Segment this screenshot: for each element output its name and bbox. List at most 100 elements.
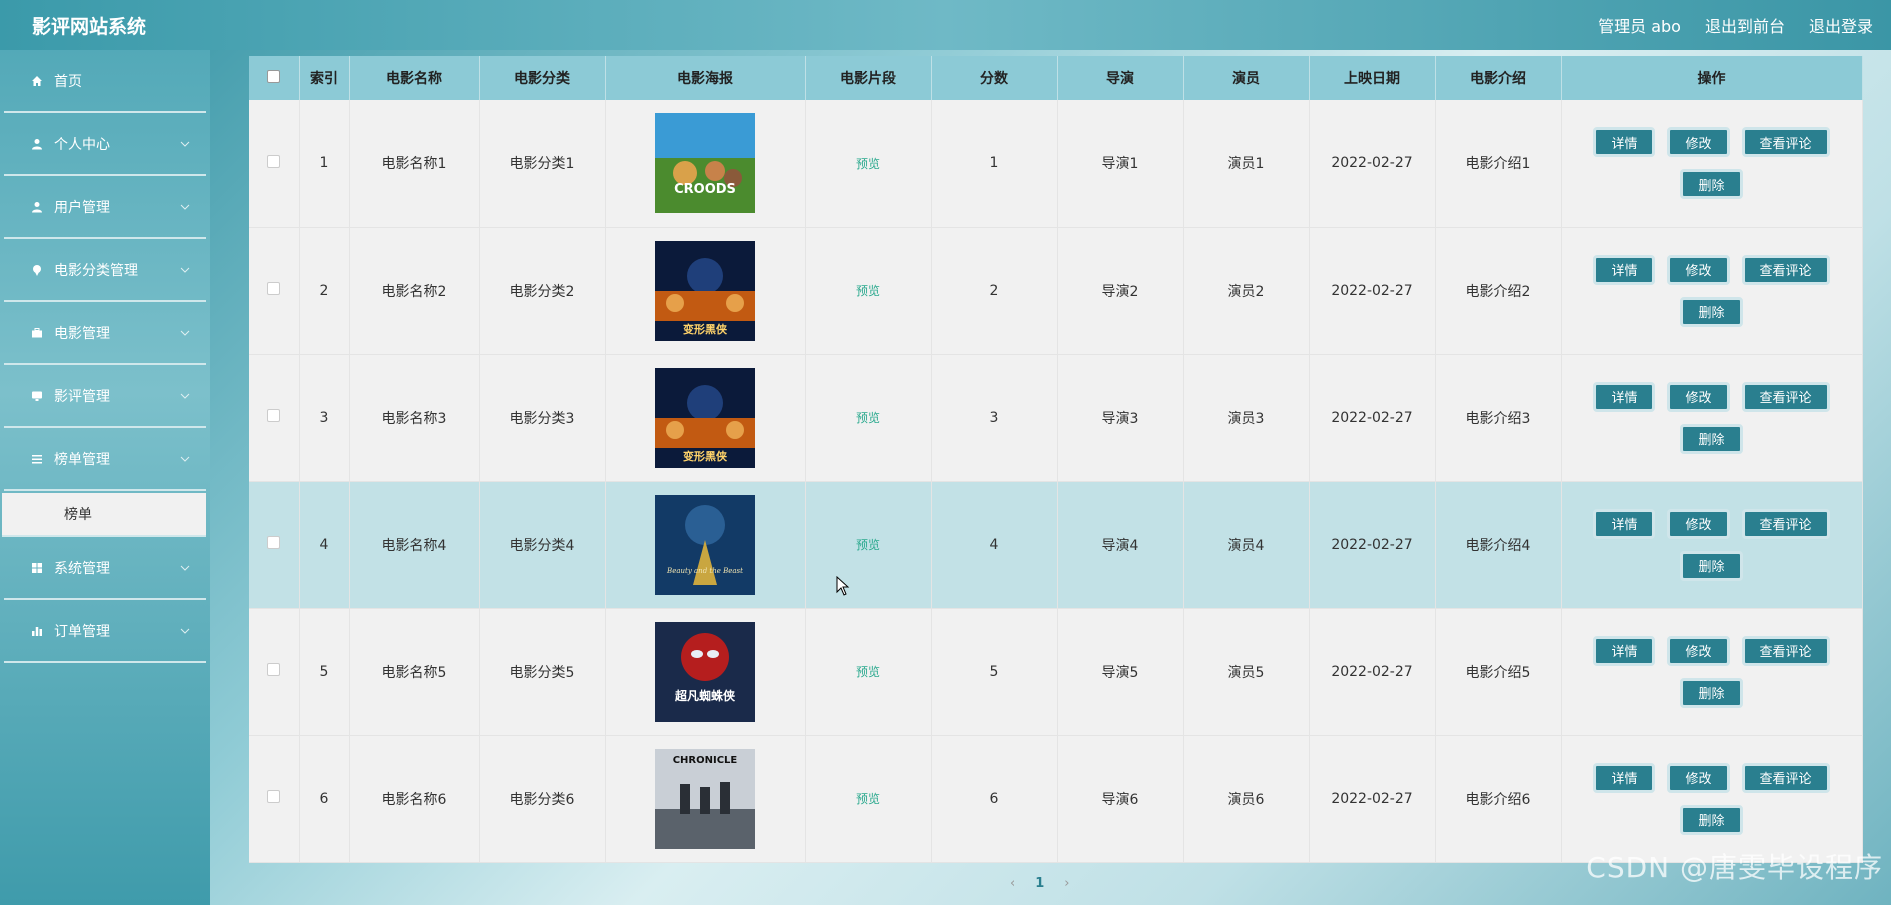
view-comments-button[interactable]: 查看评论 [1741, 762, 1830, 793]
row-checkbox[interactable] [267, 409, 281, 422]
view-comments-button[interactable]: 查看评论 [1741, 635, 1830, 666]
edit-button[interactable]: 修改 [1667, 762, 1730, 793]
exit-to-frontend-link[interactable]: 退出到前台 [1705, 13, 1785, 37]
row-checkbox[interactable] [267, 154, 281, 168]
col-header-clip: 电影片段 [805, 56, 932, 100]
detail-button[interactable]: 详情 [1593, 508, 1656, 539]
clip-preview-link[interactable]: 预览 [856, 157, 880, 171]
row-checkbox[interactable] [267, 790, 281, 803]
admin-user-label[interactable]: 管理员 abo [1598, 13, 1681, 37]
sidebar-item-review-management[interactable]: 影评管理 [4, 365, 206, 428]
prev-page-button[interactable]: ‹ [1010, 876, 1015, 891]
bar-chart-icon [30, 624, 44, 638]
row-actions: 详情 修改 查看评论 删除 [1587, 254, 1837, 327]
detail-button[interactable]: 详情 [1593, 635, 1656, 666]
edit-button[interactable]: 修改 [1667, 127, 1730, 158]
movie-poster-image: 变形黑侠 [655, 240, 755, 341]
edit-button[interactable]: 修改 [1667, 381, 1730, 412]
detail-button[interactable]: 详情 [1593, 762, 1656, 793]
sidebar-item-label: 系统管理 [54, 560, 110, 577]
cell-actor: 演员1 [1183, 100, 1310, 228]
delete-button[interactable]: 删除 [1680, 296, 1743, 327]
cell-director: 导演2 [1057, 227, 1184, 355]
col-header-director: 导演 [1057, 56, 1184, 100]
delete-button[interactable]: 删除 [1680, 423, 1743, 454]
user-icon [30, 200, 44, 214]
poster-title: 超凡蜘蛛侠 [674, 688, 736, 703]
detail-button[interactable]: 详情 [1593, 127, 1656, 158]
movie-poster-image: 变形黑侠 [655, 367, 755, 468]
edit-button[interactable]: 修改 [1667, 635, 1730, 666]
table-header-row: 索引 电影名称 电影分类 电影海报 电影片段 分数 导演 演员 上映日期 电影介… [249, 56, 1863, 100]
clip-preview-link[interactable]: 预览 [856, 665, 880, 679]
cell-score: 5 [931, 608, 1058, 736]
table-row: 1 电影名称1 电影分类1 CROODS 预览 1 导演1 演员1 2022-0… [249, 100, 1863, 228]
chevron-down-icon [180, 330, 190, 336]
view-comments-button[interactable]: 查看评论 [1741, 381, 1830, 412]
top-bar: 影评网站系统 管理员 abo 退出到前台 退出登录 [0, 0, 1891, 50]
grid-icon [30, 561, 44, 575]
user-icon [30, 137, 44, 151]
logout-link[interactable]: 退出登录 [1809, 13, 1873, 37]
cell-name: 电影名称5 [349, 608, 480, 736]
view-comments-button[interactable]: 查看评论 [1741, 254, 1830, 285]
row-checkbox[interactable] [267, 282, 281, 295]
cell-score: 6 [931, 735, 1058, 863]
cell-director: 导演3 [1057, 354, 1184, 482]
sidebar-item-category-management[interactable]: 电影分类管理 [4, 239, 206, 302]
sidebar-item-home[interactable]: 首页 [4, 50, 206, 113]
table-row: 6 电影名称6 电影分类6 CHRONICLE 预览 6 导演6 演员6 202… [249, 735, 1863, 863]
detail-button[interactable]: 详情 [1593, 254, 1656, 285]
cell-name: 电影名称6 [349, 735, 480, 863]
clip-preview-link[interactable]: 预览 [856, 792, 880, 806]
col-header-release-date: 上映日期 [1309, 56, 1436, 100]
clip-preview-link[interactable]: 预览 [856, 411, 880, 425]
sidebar: 首页 个人中心 用户管理 电影分类管理 电影管理 影评管理 榜单管理 榜单 系统… [0, 50, 210, 905]
view-comments-button[interactable]: 查看评论 [1741, 508, 1830, 539]
col-header-actor: 演员 [1183, 56, 1310, 100]
sidebar-item-system-management[interactable]: 系统管理 [4, 537, 206, 600]
clip-preview-link[interactable]: 预览 [856, 538, 880, 552]
sidebar-subitem-ranking[interactable]: 榜单 [2, 493, 206, 537]
delete-button[interactable]: 删除 [1680, 550, 1743, 581]
sidebar-item-movie-management[interactable]: 电影管理 [4, 302, 206, 365]
cell-index: 1 [299, 100, 350, 228]
top-nav: 管理员 abo 退出到前台 退出登录 [1598, 13, 1873, 37]
mouse-cursor-icon [836, 576, 850, 596]
poster-title: Beauty and the Beast [666, 567, 743, 575]
view-comments-button[interactable]: 查看评论 [1741, 127, 1830, 158]
row-checkbox[interactable] [267, 663, 281, 676]
cell-score: 1 [931, 100, 1058, 228]
home-icon [30, 74, 44, 88]
delete-button[interactable]: 删除 [1680, 804, 1743, 835]
select-all-checkbox[interactable] [267, 69, 281, 83]
current-page-number[interactable]: 1 [1035, 876, 1044, 891]
cell-intro: 电影介绍4 [1435, 481, 1562, 609]
select-all-cell [249, 56, 300, 100]
chevron-down-icon [180, 565, 190, 571]
cell-index: 4 [299, 481, 350, 609]
list-icon [30, 452, 44, 466]
col-header-index: 索引 [299, 56, 350, 100]
next-page-button[interactable]: › [1064, 876, 1069, 891]
movie-poster-image: CHRONICLE [655, 748, 755, 849]
sidebar-item-ranking-management[interactable]: 榜单管理 [4, 428, 206, 491]
clip-preview-link[interactable]: 预览 [856, 284, 880, 298]
delete-button[interactable]: 删除 [1680, 169, 1743, 200]
delete-button[interactable]: 删除 [1680, 677, 1743, 708]
edit-button[interactable]: 修改 [1667, 508, 1730, 539]
detail-button[interactable]: 详情 [1593, 381, 1656, 412]
edit-button[interactable]: 修改 [1667, 254, 1730, 285]
cell-release-date: 2022-02-27 [1309, 227, 1436, 355]
movie-poster-image: Beauty and the Beast [655, 494, 755, 595]
row-checkbox[interactable] [267, 536, 281, 549]
table-row: 4 电影名称4 电影分类4 Beauty and the Beast 预览 4 … [249, 481, 1863, 609]
movie-poster-image: CROODS [655, 113, 755, 214]
cell-actor: 演员5 [1183, 608, 1310, 736]
cell-index: 3 [299, 354, 350, 482]
col-header-name: 电影名称 [349, 56, 480, 100]
sidebar-item-user-management[interactable]: 用户管理 [4, 176, 206, 239]
cell-index: 6 [299, 735, 350, 863]
sidebar-item-order-management[interactable]: 订单管理 [4, 600, 206, 663]
sidebar-item-personal-center[interactable]: 个人中心 [4, 113, 206, 176]
